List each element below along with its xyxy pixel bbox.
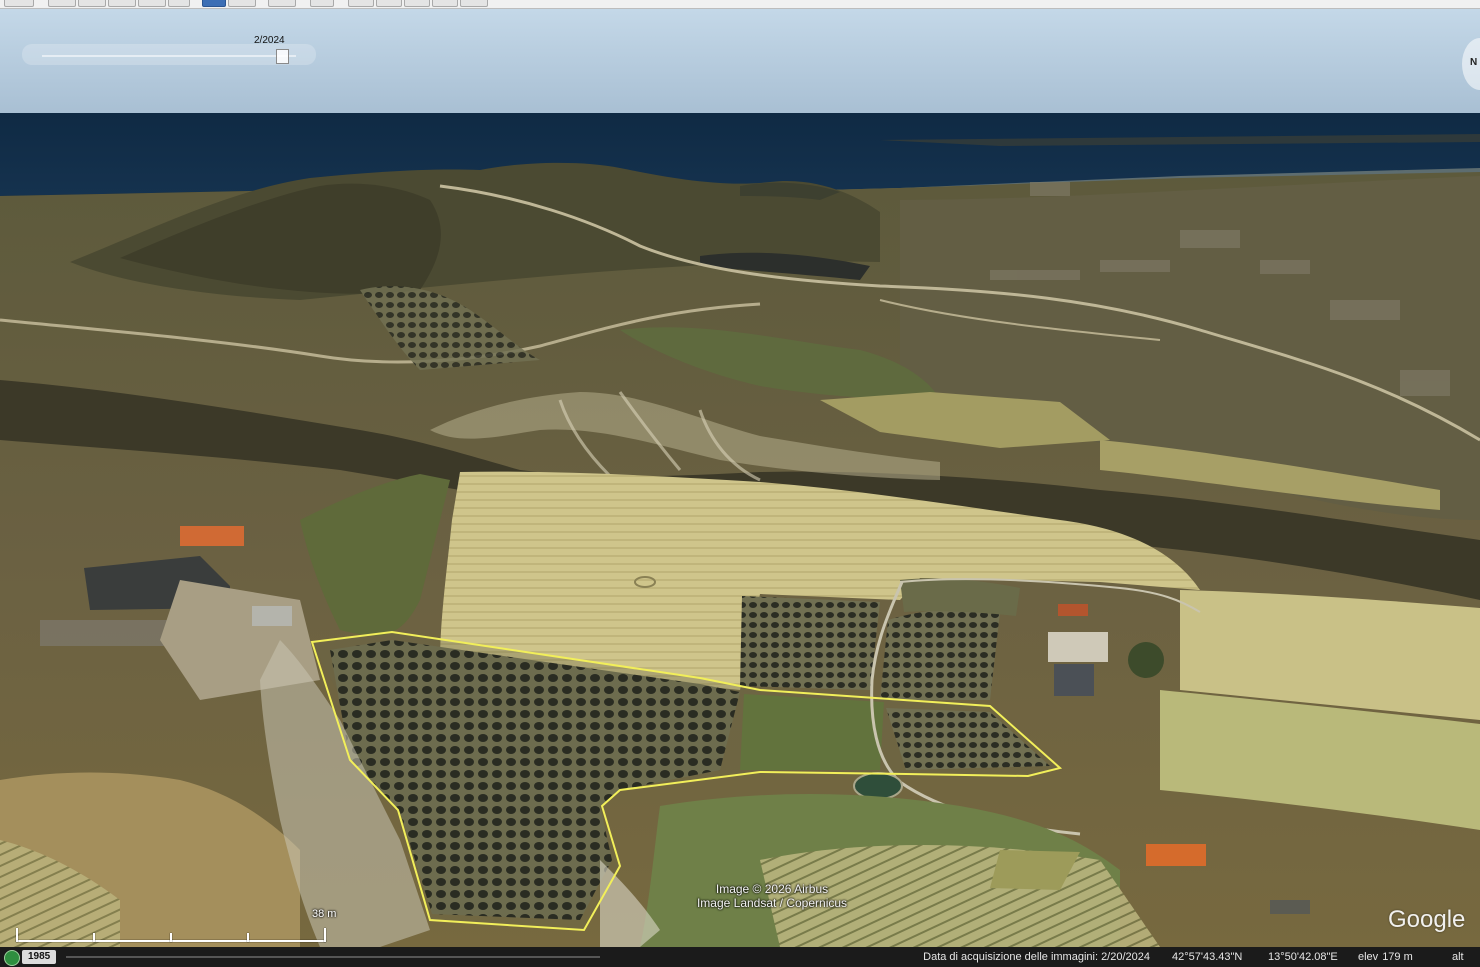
time-slider-track bbox=[42, 55, 296, 57]
elevation-label: elev bbox=[1358, 951, 1379, 963]
record-tour-button[interactable] bbox=[168, 0, 190, 7]
farmhouse bbox=[1048, 632, 1108, 662]
toolbar bbox=[0, 0, 1480, 9]
attribution-line-2: Image Landsat / Copernicus bbox=[696, 896, 848, 910]
add-overlay-button[interactable] bbox=[138, 0, 166, 7]
scale-label: 38 m bbox=[312, 908, 337, 920]
attribution-line-1: Image © 2026 Airbus bbox=[715, 882, 829, 896]
email-button[interactable] bbox=[348, 0, 374, 7]
status-bar: 1985 Data di acquisizione delle immagini… bbox=[0, 947, 1480, 967]
acquisition-date: Data di acquisizione delle immagini: 2/2… bbox=[923, 951, 1150, 963]
small-building bbox=[1270, 900, 1310, 914]
elevation: elev 179 m bbox=[1358, 951, 1413, 963]
time-slider[interactable] bbox=[22, 44, 316, 65]
time-slider-date: 2/2024 bbox=[254, 35, 285, 46]
ruler-button[interactable] bbox=[310, 0, 334, 7]
historical-imagery-button[interactable] bbox=[202, 0, 226, 7]
longitude: 13°50'42.08"E bbox=[1268, 951, 1338, 963]
print-button[interactable] bbox=[376, 0, 402, 7]
red-roof bbox=[1058, 604, 1088, 616]
trees bbox=[1128, 642, 1164, 678]
latitude: 42°57'43.43"N bbox=[1172, 951, 1243, 963]
water-reservoir bbox=[853, 772, 903, 800]
sidebar-toggle-button[interactable] bbox=[4, 0, 34, 7]
history-timeline[interactable] bbox=[66, 956, 600, 958]
altitude-label: alt bbox=[1452, 951, 1464, 963]
maps-button[interactable] bbox=[432, 0, 458, 7]
parcel-meadow bbox=[740, 694, 884, 770]
shed bbox=[1054, 664, 1094, 696]
compass-north-label: N bbox=[1470, 57, 1478, 68]
planets-button[interactable] bbox=[268, 0, 296, 7]
save-image-button[interactable] bbox=[404, 0, 430, 7]
imagery-attribution: Image © 2026 Airbus Image Landsat / Cope… bbox=[672, 882, 872, 910]
olive-grove-right bbox=[880, 609, 1000, 700]
add-placemark-button[interactable] bbox=[48, 0, 76, 7]
house-left bbox=[180, 526, 244, 546]
earth-view-button[interactable] bbox=[460, 0, 488, 7]
shed-left bbox=[252, 606, 292, 626]
scale-bar bbox=[16, 926, 326, 942]
history-clock-icon[interactable] bbox=[4, 950, 20, 966]
google-logo: Google bbox=[1388, 906, 1466, 933]
add-path-button[interactable] bbox=[108, 0, 136, 7]
time-slider-thumb[interactable] bbox=[276, 49, 289, 64]
elevation-value: 179 m bbox=[1382, 951, 1413, 963]
orange-roof-house bbox=[1146, 844, 1206, 866]
history-year[interactable]: 1985 bbox=[22, 950, 57, 964]
map-view[interactable] bbox=[0, 9, 1480, 947]
add-polygon-button[interactable] bbox=[78, 0, 106, 7]
olive-grove-mid bbox=[740, 596, 880, 690]
sun-button[interactable] bbox=[228, 0, 256, 7]
